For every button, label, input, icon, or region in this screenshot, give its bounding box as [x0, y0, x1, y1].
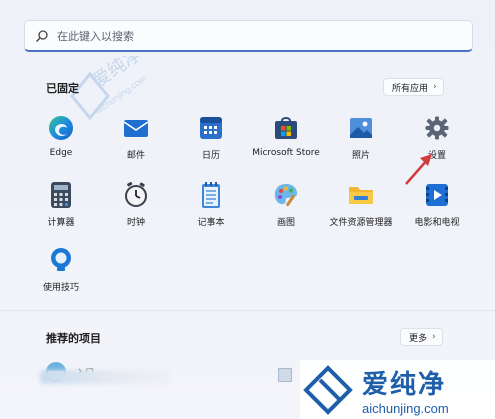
tips-lightbulb-icon	[47, 246, 75, 274]
search-box[interactable]: 在此键入以搜索	[24, 20, 473, 52]
paint-palette-icon	[272, 181, 300, 209]
app-notepad[interactable]: 记事本	[171, 181, 251, 228]
app-label: 计算器	[47, 218, 75, 228]
store-icon	[272, 114, 300, 142]
app-paint[interactable]: 画图	[246, 181, 326, 228]
clock-icon	[122, 181, 150, 209]
app-label: 日历	[201, 151, 220, 161]
mail-icon	[122, 114, 150, 142]
app-label: 文件资源管理器	[329, 218, 393, 228]
app-label: 电影和电视	[414, 218, 460, 228]
app-label: 邮件	[126, 151, 145, 161]
app-microsoft-store[interactable]: Microsoft Store	[246, 114, 326, 158]
app-photos[interactable]: 照片	[321, 114, 401, 161]
calendar-icon	[197, 114, 225, 142]
app-label: 记事本	[197, 218, 225, 228]
file-icon	[278, 368, 292, 382]
app-file-explorer[interactable]: 文件资源管理器	[321, 181, 401, 228]
search-placeholder: 在此键入以搜索	[57, 29, 134, 43]
pinned-title: 已固定	[46, 82, 79, 95]
app-label: 画图	[276, 218, 295, 228]
notepad-icon	[197, 181, 225, 209]
app-label: 照片	[351, 151, 370, 161]
photos-icon	[347, 114, 375, 142]
app-clock[interactable]: 时钟	[96, 181, 176, 228]
app-calculator[interactable]: 计算器	[21, 181, 101, 228]
more-label: 更多	[409, 333, 428, 344]
edge-icon	[47, 114, 75, 142]
app-mail[interactable]: 邮件	[96, 114, 176, 161]
all-apps-label: 所有应用	[392, 83, 429, 94]
chevron-right-icon: ›	[432, 332, 436, 342]
watermark-logo: 爱纯净 aichunjing.com	[300, 360, 495, 419]
recommended-title: 推荐的项目	[46, 332, 101, 345]
watermark-cn: 爱纯净	[362, 369, 447, 400]
section-divider	[0, 310, 495, 311]
gear-icon	[423, 114, 451, 142]
blurred-text	[40, 370, 170, 384]
folder-icon	[347, 181, 375, 209]
watermark-en: aichunjing.com	[362, 400, 449, 416]
app-label: 使用技巧	[42, 283, 79, 293]
search-icon	[36, 29, 48, 42]
chevron-right-icon: ›	[433, 82, 437, 92]
app-calendar[interactable]: 日历	[171, 114, 251, 161]
all-apps-button[interactable]: 所有应用 ›	[383, 78, 444, 96]
app-tips[interactable]: 使用技巧	[21, 246, 101, 293]
annotation-arrow-icon	[405, 154, 432, 185]
app-label: 时钟	[126, 218, 145, 228]
calculator-icon	[47, 181, 75, 209]
more-button[interactable]: 更多 ›	[400, 328, 443, 346]
app-label: Microsoft Store	[252, 148, 320, 158]
watermark-logo-icon	[303, 364, 353, 415]
app-edge[interactable]: Edge	[21, 114, 101, 158]
app-label: Edge	[49, 148, 73, 158]
